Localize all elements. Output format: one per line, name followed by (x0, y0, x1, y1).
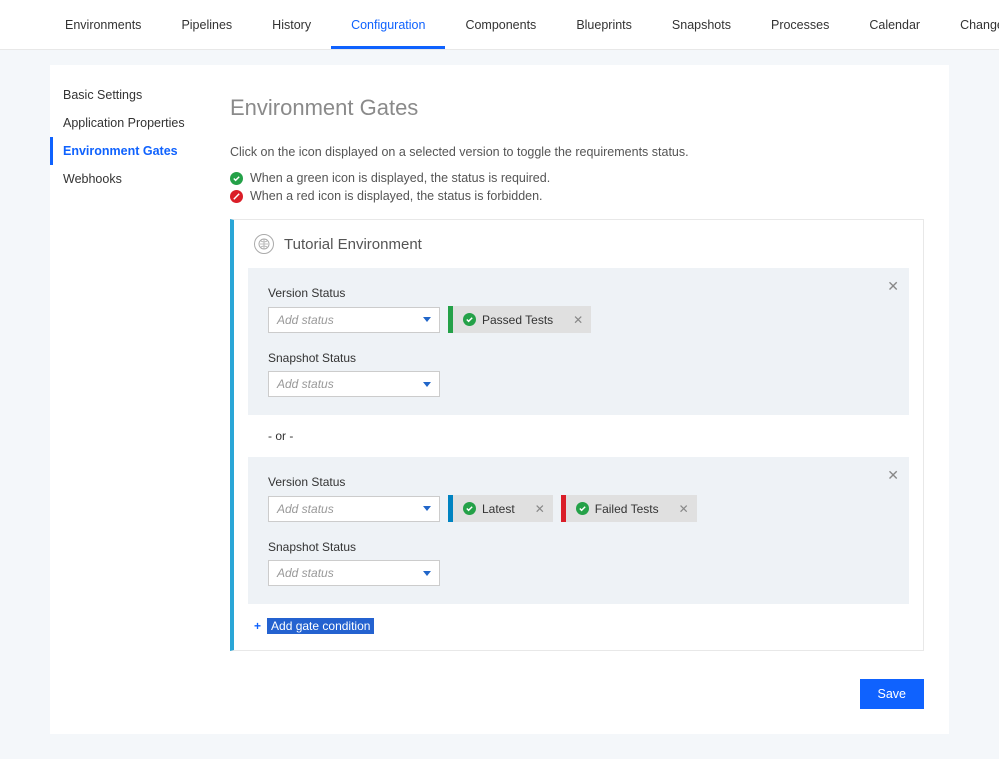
check-icon[interactable] (463, 502, 476, 515)
tab-calendar[interactable]: Calendar (849, 0, 940, 49)
legend-red-text: When a red icon is displayed, the status… (250, 189, 543, 203)
version-status-select[interactable]: Add status (268, 496, 440, 522)
environment-header: Tutorial Environment (234, 220, 923, 268)
check-icon[interactable] (576, 502, 589, 515)
tab-processes[interactable]: Processes (751, 0, 849, 49)
add-status-placeholder: Add status (277, 566, 334, 580)
chip-label: Failed Tests (595, 502, 659, 516)
tab-components[interactable]: Components (445, 0, 556, 49)
chip-remove-icon[interactable]: ✕ (527, 502, 553, 516)
forbidden-icon (230, 190, 243, 203)
or-separator: - or - (234, 415, 923, 457)
chip-indicator (561, 495, 566, 522)
legend-green-text: When a green icon is displayed, the stat… (250, 171, 550, 185)
chip-label: Passed Tests (482, 313, 553, 327)
add-gate-condition-link[interactable]: + Add gate condition (234, 604, 923, 650)
chip-indicator (448, 306, 453, 333)
gate-condition: ✕ Version Status Add status Latest (248, 457, 909, 604)
version-status-select[interactable]: Add status (268, 307, 440, 333)
status-chip: Failed Tests ✕ (561, 495, 697, 522)
status-chip: Latest ✕ (448, 495, 553, 522)
tab-blueprints[interactable]: Blueprints (556, 0, 652, 49)
snapshot-status-label: Snapshot Status (268, 540, 889, 554)
chevron-down-icon (423, 571, 431, 576)
globe-icon (254, 234, 274, 254)
check-icon (230, 172, 243, 185)
environment-card: Tutorial Environment ✕ Version Status Ad… (230, 219, 924, 651)
plus-icon: + (254, 619, 261, 633)
chip-remove-icon[interactable]: ✕ (565, 313, 591, 327)
save-button[interactable]: Save (860, 679, 925, 709)
add-status-placeholder: Add status (277, 502, 334, 516)
page-title: Environment Gates (230, 95, 924, 121)
tab-snapshots[interactable]: Snapshots (652, 0, 751, 49)
sidebar-item-webhooks[interactable]: Webhooks (50, 165, 205, 193)
sidebar-item-environment-gates[interactable]: Environment Gates (50, 137, 205, 165)
tab-pipelines[interactable]: Pipelines (161, 0, 252, 49)
intro-text: Click on the icon displayed on a selecte… (230, 145, 924, 159)
chip-indicator (448, 495, 453, 522)
tab-configuration[interactable]: Configuration (331, 0, 445, 49)
chip-remove-icon[interactable]: ✕ (671, 502, 697, 516)
remove-condition-icon[interactable]: ✕ (887, 467, 899, 484)
status-chip: Passed Tests ✕ (448, 306, 591, 333)
legend-forbidden: When a red icon is displayed, the status… (230, 189, 924, 203)
environment-name: Tutorial Environment (284, 236, 422, 253)
version-status-label: Version Status (268, 286, 889, 300)
main-content: Environment Gates Click on the icon disp… (205, 65, 949, 734)
sidebar: Basic Settings Application Properties En… (50, 65, 205, 734)
top-tabbar: Environments Pipelines History Configura… (0, 0, 999, 50)
check-icon[interactable] (463, 313, 476, 326)
add-status-placeholder: Add status (277, 313, 334, 327)
chevron-down-icon (423, 317, 431, 322)
chip-label: Latest (482, 502, 515, 516)
tab-changes[interactable]: Changes (940, 0, 999, 49)
snapshot-status-label: Snapshot Status (268, 351, 889, 365)
chevron-down-icon (423, 382, 431, 387)
sidebar-item-basic-settings[interactable]: Basic Settings (50, 81, 205, 109)
remove-condition-icon[interactable]: ✕ (887, 278, 899, 295)
add-status-placeholder: Add status (277, 377, 334, 391)
chevron-down-icon (423, 506, 431, 511)
snapshot-status-select[interactable]: Add status (268, 371, 440, 397)
tab-history[interactable]: History (252, 0, 331, 49)
snapshot-status-select[interactable]: Add status (268, 560, 440, 586)
version-status-label: Version Status (268, 475, 889, 489)
gate-condition: ✕ Version Status Add status Passed Tes (248, 268, 909, 415)
legend-required: When a green icon is displayed, the stat… (230, 171, 924, 185)
sidebar-item-application-properties[interactable]: Application Properties (50, 109, 205, 137)
add-gate-label: Add gate condition (267, 618, 374, 634)
tab-environments[interactable]: Environments (45, 0, 161, 49)
